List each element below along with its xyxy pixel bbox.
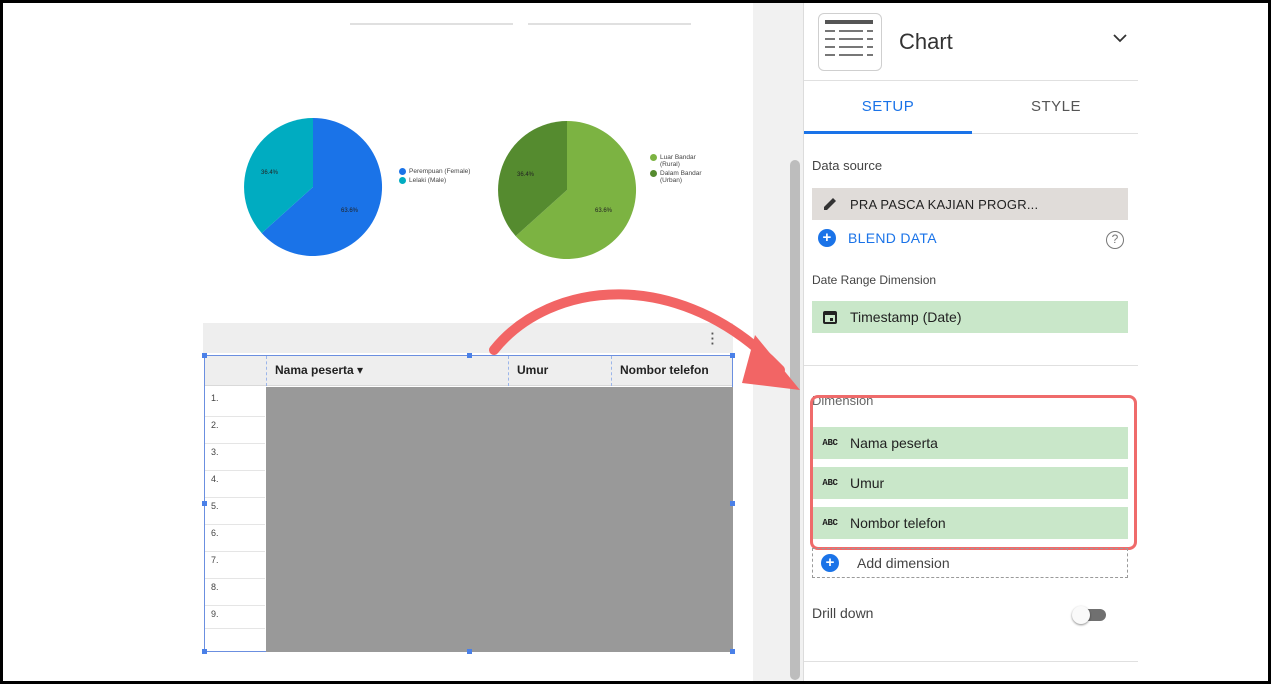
legend-dot-icon: [399, 168, 406, 175]
date-range-value: Timestamp (Date): [850, 309, 962, 325]
plus-icon: +: [821, 554, 839, 572]
help-icon[interactable]: ?: [1106, 231, 1124, 249]
legend-dot-icon: [399, 177, 406, 184]
row-number: 6.: [205, 522, 265, 552]
gender-pie-chart[interactable]: 63.6% 36.4%: [243, 117, 383, 257]
legend-item[interactable]: Dalam Bandar (Urban): [650, 170, 716, 184]
table-chart-icon[interactable]: [818, 13, 882, 71]
location-pie-chart[interactable]: 63.6% 36.4%: [497, 120, 637, 260]
legend-item[interactable]: Perempuan (Female): [399, 168, 479, 175]
blend-data-button[interactable]: + BLEND DATA: [818, 229, 937, 247]
column-header-nama[interactable]: Nama peserta ▾: [266, 356, 508, 386]
row-number: 7.: [205, 549, 265, 579]
row-number: 4.: [205, 468, 265, 498]
drill-down-label: Drill down: [812, 605, 874, 621]
redacted-table-data: [266, 387, 733, 652]
panel-header: Chart: [804, 3, 1139, 81]
date-range-field[interactable]: Timestamp (Date): [812, 301, 1128, 333]
pie2-legend: Luar Bandar (Rural) Dalam Bandar (Urban): [650, 154, 716, 186]
data-source-label: Data source: [812, 158, 883, 173]
legend-label: Luar Bandar (Rural): [660, 154, 696, 168]
blend-data-label: BLEND DATA: [848, 230, 937, 246]
annotation-arrow: [489, 289, 800, 390]
pie1-legend: Perempuan (Female) Lelaki (Male): [399, 168, 479, 186]
add-dimension-label: Add dimension: [857, 555, 950, 571]
row-number: 8.: [205, 576, 265, 606]
date-range-label: Date Range Dimension: [812, 273, 937, 287]
pencil-icon[interactable]: [812, 196, 848, 212]
pie-slice-label: 36.4%: [517, 172, 535, 178]
resize-handle[interactable]: [202, 353, 207, 358]
toggle-knob: [1072, 606, 1090, 624]
plus-icon: +: [818, 229, 836, 247]
highlight-box: [810, 395, 1137, 550]
legend-label: Lelaki (Male): [409, 177, 447, 184]
canvas-divider: [528, 23, 691, 25]
legend-dot-icon: [650, 154, 657, 161]
resize-handle[interactable]: [730, 649, 735, 654]
section-divider: [804, 365, 1139, 366]
tab-setup[interactable]: SETUP: [804, 82, 972, 134]
row-number: 5.: [205, 495, 265, 525]
canvas-divider: [350, 23, 513, 25]
legend-dot-icon: [650, 170, 657, 177]
pie-slice-label: 63.6%: [341, 208, 359, 214]
section-divider: [804, 661, 1139, 662]
properties-panel: Chart SETUP STYLE Data source PRA PASCA …: [803, 3, 1139, 681]
data-source-field[interactable]: PRA PASCA KAJIAN PROGR...: [812, 188, 1128, 220]
row-number: 9.: [205, 603, 265, 629]
resize-handle[interactable]: [730, 501, 735, 506]
resize-handle[interactable]: [202, 649, 207, 654]
pie-slice-label: 36.4%: [261, 170, 279, 176]
blank-margin: [1138, 3, 1268, 681]
data-source-name: PRA PASCA KAJIAN PROGR...: [850, 196, 1039, 212]
chevron-down-icon[interactable]: [1113, 31, 1127, 45]
resize-handle[interactable]: [202, 501, 207, 506]
row-number: 1.: [205, 387, 265, 417]
panel-tabs: SETUP STYLE: [804, 82, 1139, 134]
legend-item[interactable]: Lelaki (Male): [399, 177, 479, 184]
legend-label: Perempuan (Female): [409, 168, 471, 175]
pie-slice-label: 63.6%: [595, 208, 613, 214]
add-dimension-button[interactable]: + Add dimension: [812, 548, 1128, 578]
tab-style[interactable]: STYLE: [972, 82, 1140, 134]
resize-handle[interactable]: [467, 649, 472, 654]
legend-item[interactable]: Luar Bandar (Rural): [650, 154, 716, 168]
drill-down-toggle[interactable]: [1072, 606, 1110, 624]
vertical-scrollbar[interactable]: [790, 160, 800, 680]
row-number: 2.: [205, 414, 265, 444]
panel-title: Chart: [899, 29, 953, 54]
legend-label: Dalam Bandar (Urban): [660, 170, 702, 184]
resize-handle[interactable]: [467, 353, 472, 358]
row-number: 3.: [205, 441, 265, 471]
